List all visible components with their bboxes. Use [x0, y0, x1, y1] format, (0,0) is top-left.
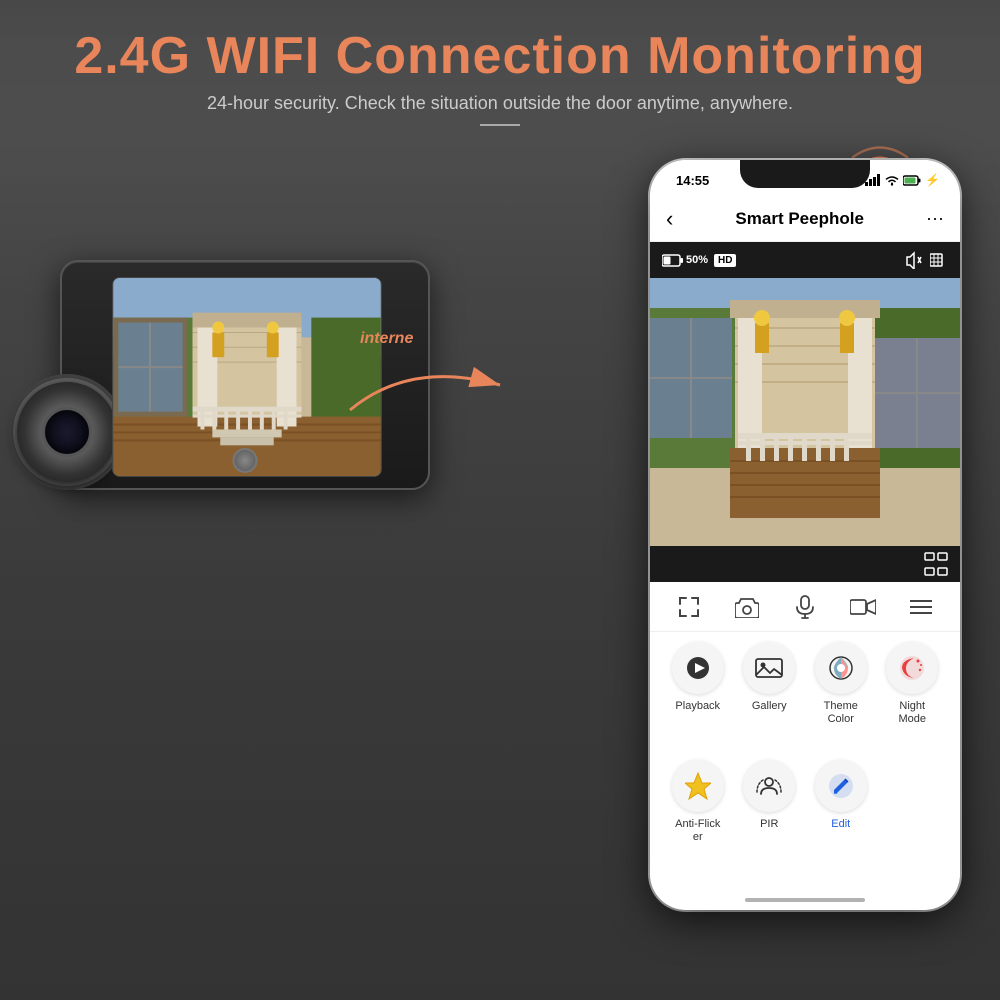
theme-icon-circle: [815, 642, 867, 694]
theme-color-icon: [827, 654, 855, 682]
playback-icon: [685, 655, 711, 681]
playback-label: Playback: [675, 700, 720, 713]
edit-icon: [827, 772, 855, 800]
feature-grid-row2: Anti-Flicker PIR: [650, 760, 960, 844]
device-container: [30, 200, 450, 760]
edit-label: Edit: [831, 818, 850, 831]
arrow-internet: interne: [330, 350, 530, 430]
home-indicator: [745, 898, 865, 902]
phone-porch-svg: [650, 278, 960, 546]
app-bar: ‹ Smart Peephole ···: [650, 196, 960, 242]
feature-grid-row1: Playback Gallery: [650, 632, 960, 736]
app-title: Smart Peephole: [735, 209, 864, 229]
ctrl-mic[interactable]: [790, 592, 820, 622]
phone-container: 14:55: [650, 160, 960, 910]
header-section: 2.4G WIFI Connection Monitoring 24-hour …: [0, 0, 1000, 146]
sub-title: 24-hour security. Check the situation ou…: [20, 93, 980, 114]
phone-notch: [740, 160, 870, 188]
cam-status-right: [904, 251, 948, 269]
feature-edit[interactable]: Edit: [809, 760, 873, 844]
fullscreen-icon[interactable]: [924, 552, 948, 576]
anti-flicker-icon: [685, 772, 711, 800]
feature-anti-flicker[interactable]: Anti-Flicker: [666, 760, 730, 844]
cam-status-bar: 50% HD: [650, 242, 960, 278]
cam-status-left: 50% HD: [662, 254, 736, 267]
arrow-svg: [330, 350, 530, 430]
divider: [480, 124, 520, 126]
gallery-label: Gallery: [752, 700, 787, 713]
mute-icon[interactable]: [904, 251, 922, 269]
feature-night-mode[interactable]: NightMode: [881, 642, 945, 726]
controls-bar: [650, 582, 960, 632]
battery-status-icon: [903, 175, 921, 186]
pir-icon: [755, 772, 783, 800]
battery-pct: 50%: [686, 254, 708, 266]
status-icons: ⚡: [865, 173, 940, 187]
camera-view: 50% HD: [650, 242, 960, 582]
cam-bottom-bar: [650, 546, 960, 582]
anti-flicker-icon-circle: [672, 760, 724, 812]
time-display: 14:55: [670, 173, 709, 188]
ctrl-fullscreen[interactable]: [674, 592, 704, 622]
wifi-status-icon: [885, 175, 899, 186]
feature-playback[interactable]: Playback: [666, 642, 730, 726]
night-mode-label: NightMode: [898, 700, 926, 726]
feature-empty: [881, 760, 945, 844]
internet-label: interne: [360, 330, 413, 348]
battery-charging-icon: ⚡: [925, 173, 940, 187]
pir-icon-circle: [743, 760, 795, 812]
playback-icon-circle: [672, 642, 724, 694]
anti-flicker-label: Anti-Flicker: [675, 818, 720, 844]
night-mode-icon: [898, 654, 926, 682]
theme-label: ThemeColor: [824, 700, 858, 726]
camera-lens-outer: [17, 382, 117, 482]
gallery-icon: [755, 656, 783, 680]
night-mode-icon-circle: [886, 642, 938, 694]
main-title: 2.4G WIFI Connection Monitoring: [20, 28, 980, 85]
ctrl-menu[interactable]: [906, 592, 936, 622]
feature-theme-color[interactable]: ThemeColor: [809, 642, 873, 726]
back-button[interactable]: ‹: [666, 206, 673, 232]
gallery-icon-circle: [743, 642, 795, 694]
phone-body: 14:55: [650, 160, 960, 910]
ctrl-record[interactable]: [848, 592, 878, 622]
feature-pir[interactable]: PIR: [738, 760, 802, 844]
device-home-button[interactable]: [233, 448, 258, 473]
edit-icon-circle: [815, 760, 867, 812]
battery-icon: [662, 254, 684, 267]
battery-display: 50%: [662, 254, 708, 267]
hd-badge: HD: [714, 254, 736, 267]
feature-gallery[interactable]: Gallery: [738, 642, 802, 726]
porch-image-area: [650, 278, 960, 546]
record-icon[interactable]: [930, 253, 948, 267]
camera-lens-inner: [42, 407, 92, 457]
menu-button[interactable]: ···: [926, 208, 944, 229]
phone-screen: 14:55: [650, 160, 960, 910]
ctrl-snapshot[interactable]: [732, 592, 762, 622]
pir-label: PIR: [760, 818, 778, 831]
